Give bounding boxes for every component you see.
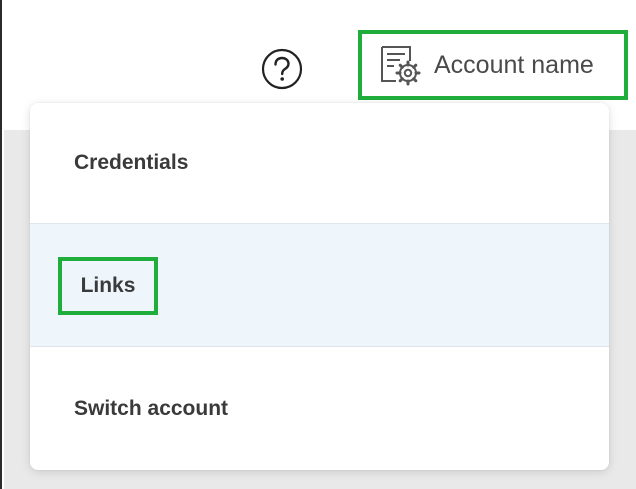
document-gear-icon [376, 41, 424, 89]
question-circle-icon [261, 48, 303, 90]
menu-item-label: Credentials [74, 151, 189, 174]
account-dropdown-menu: Credentials Links Switch account [30, 103, 609, 470]
menu-item-label: Switch account [74, 396, 229, 420]
menu-item-credentials[interactable]: Credentials [30, 103, 609, 223]
menu-item-switch-account[interactable]: Switch account [30, 347, 609, 470]
highlight-box: Links [58, 257, 158, 315]
app-frame: Account name Credentials Links Switch ac… [0, 0, 636, 489]
account-name-label: Account name [434, 50, 594, 79]
account-menu-button[interactable]: Account name [358, 30, 628, 100]
menu-item-links[interactable]: Links [30, 223, 609, 347]
menu-item-label: Links [80, 274, 136, 297]
help-button[interactable] [260, 47, 304, 91]
